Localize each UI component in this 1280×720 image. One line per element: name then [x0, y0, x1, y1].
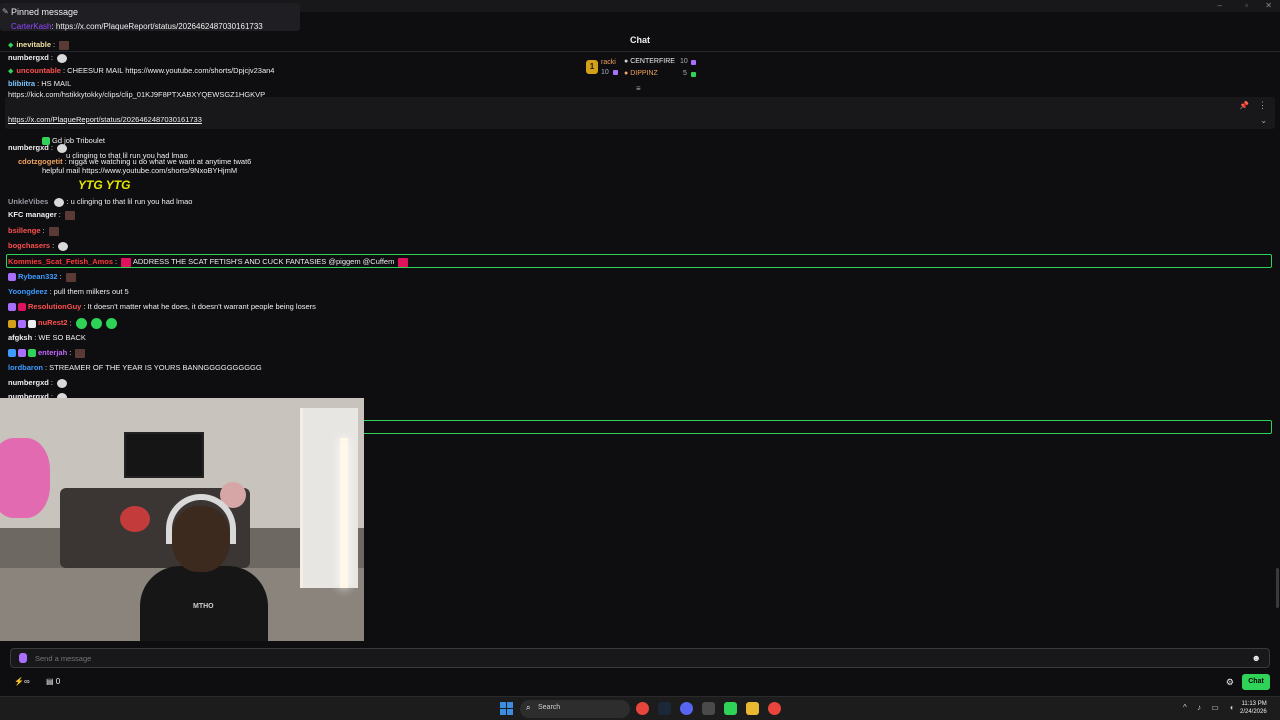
webcam-tv: [124, 432, 204, 478]
chat-message: https://x.com/PlaqueReport/status/202646…: [8, 115, 202, 124]
chat-message: helpful mail https://www.youtube.com/sho…: [42, 166, 238, 175]
chat-message: ◆ uncountable: CHEESUR MAIL https://www.y…: [8, 66, 275, 75]
chat-message: Gd job Triboulet: [42, 136, 105, 146]
gift-counter[interactable]: ▤ 0: [46, 677, 60, 686]
highlighted-message-frame: [360, 420, 1272, 434]
webcam-overlay: MTHO: [0, 398, 364, 641]
pinned-message[interactable]: ✎ Pinned message CarterKash: https://x.c…: [0, 3, 300, 31]
chat-message: Yoongdeez: pull them milkers out 5: [8, 287, 129, 296]
chat-bottom-bar: ⚡∞ ▤ 0 ⚙ Chat: [0, 672, 1280, 692]
steam-icon[interactable]: [658, 702, 671, 715]
folder-icon[interactable]: [746, 702, 759, 715]
chat-message: enterjah:: [8, 348, 86, 358]
leaderboard-count: 5: [683, 70, 687, 77]
chrome-icon[interactable]: [636, 702, 649, 715]
leaderboard-user[interactable]: ● CENTERFIRE: [624, 58, 675, 65]
pin-icon[interactable]: 📌: [1239, 101, 1249, 110]
system-tray[interactable]: ^ ♪ ▭ ◖: [1183, 703, 1238, 712]
chat-title: Chat: [630, 35, 650, 45]
taskbar-search-label: Search: [538, 704, 561, 711]
gift-icon: [613, 70, 618, 75]
gear-icon[interactable]: ⚙: [1226, 677, 1234, 688]
app-icon[interactable]: [724, 702, 737, 715]
chevron-down-icon[interactable]: ⌄: [1260, 116, 1267, 125]
chat-message: afgksh: WE SO BACK: [8, 333, 86, 342]
leaderboard-rank-badge: 1: [586, 60, 598, 74]
leaderboard-count: 10: [601, 69, 609, 76]
chat-message: Rybean332:: [8, 272, 76, 282]
chat-send-button[interactable]: Chat: [1242, 674, 1270, 690]
close-icon[interactable]: ✕: [1265, 1, 1272, 10]
leaderboard-user[interactable]: racki: [601, 59, 616, 66]
app-icon[interactable]: [702, 702, 715, 715]
microphone-icon[interactable]: [19, 653, 27, 663]
chat-message: numbergxd:: [8, 53, 68, 63]
chat-input-box[interactable]: ☻: [10, 648, 1270, 668]
pinned-title: Pinned message: [11, 7, 79, 17]
pinned-user[interactable]: CarterKash: [11, 22, 51, 31]
channel-points[interactable]: ⚡∞: [14, 677, 30, 686]
webcam-plush: [120, 506, 150, 532]
chat-message: blibiitra: HS MAIL: [8, 79, 72, 88]
leaderboard-user[interactable]: ● DIPPINZ: [624, 70, 658, 77]
taskbar-search[interactable]: ⌕ Search: [520, 700, 630, 718]
windows-start-icon[interactable]: [500, 702, 513, 715]
chat-message: bsillenge:: [8, 226, 59, 236]
taskbar-clock[interactable]: 11:13 PM 2/24/2026: [1240, 700, 1267, 716]
leaderboard-count: 10: [680, 58, 688, 65]
windows-taskbar: ⌕ Search ^ ♪ ▭ ◖ 11:13 PM 2/24/2026: [0, 696, 1280, 720]
shirt-text: MTHO: [193, 603, 214, 610]
highlighted-message-frame: [6, 254, 1272, 268]
pin-icon: ✎: [2, 7, 9, 16]
message-input[interactable]: [35, 651, 1235, 665]
emoji-icon[interactable]: ☻: [1252, 653, 1261, 663]
scrollbar[interactable]: [1276, 568, 1279, 608]
chat-message: UnkleVibes : u clinging to that lil run …: [8, 197, 193, 207]
gift-icon: [691, 60, 696, 65]
chat-message: lordbaron: STREAMER OF THE YEAR IS YOURS…: [8, 363, 262, 372]
leaderboard[interactable]: 1 racki 10 ● CENTERFIRE 10 ● DIPPINZ 5: [584, 57, 704, 81]
gift-icon: [691, 72, 696, 77]
chat-message: nuRest2:: [8, 318, 117, 329]
webcam-led-strip: [340, 438, 348, 588]
chat-message: https://kick.com/hstikkytokky/clips/clip…: [8, 90, 266, 99]
webcam-door: [300, 408, 358, 588]
clock-date: 2/24/2026: [1240, 709, 1267, 715]
chat-header: Chat: [0, 30, 1280, 52]
pinned-content: CarterKash: https://x.com/PlaqueReport/s…: [11, 22, 263, 31]
discord-icon[interactable]: [680, 702, 693, 715]
chat-message: bogchasers:: [8, 241, 69, 251]
maximize-icon[interactable]: ▫: [1245, 1, 1248, 10]
more-options-icon[interactable]: ⋮: [1258, 100, 1267, 111]
chat-message: ResolutionGuy: It doesn't matter what he…: [8, 302, 316, 312]
chat-message: u clinging to that lil run you had lmao: [66, 151, 188, 160]
collapse-icon[interactable]: ≡: [636, 84, 641, 93]
minimize-icon[interactable]: –: [1218, 1, 1222, 10]
chat-message: KFC manager:: [8, 210, 75, 220]
chrome-icon[interactable]: [768, 702, 781, 715]
chat-message: YTG YTG: [78, 178, 131, 192]
pinned-text[interactable]: https://x.com/PlaqueReport/status/202646…: [56, 22, 263, 31]
chat-message: numbergxd:: [8, 378, 68, 388]
clock-time: 11:13 PM: [1241, 701, 1267, 707]
search-icon: ⌕: [526, 703, 531, 712]
webcam-decor: [0, 438, 50, 518]
chat-message: ◆ inevitable:: [8, 40, 70, 51]
